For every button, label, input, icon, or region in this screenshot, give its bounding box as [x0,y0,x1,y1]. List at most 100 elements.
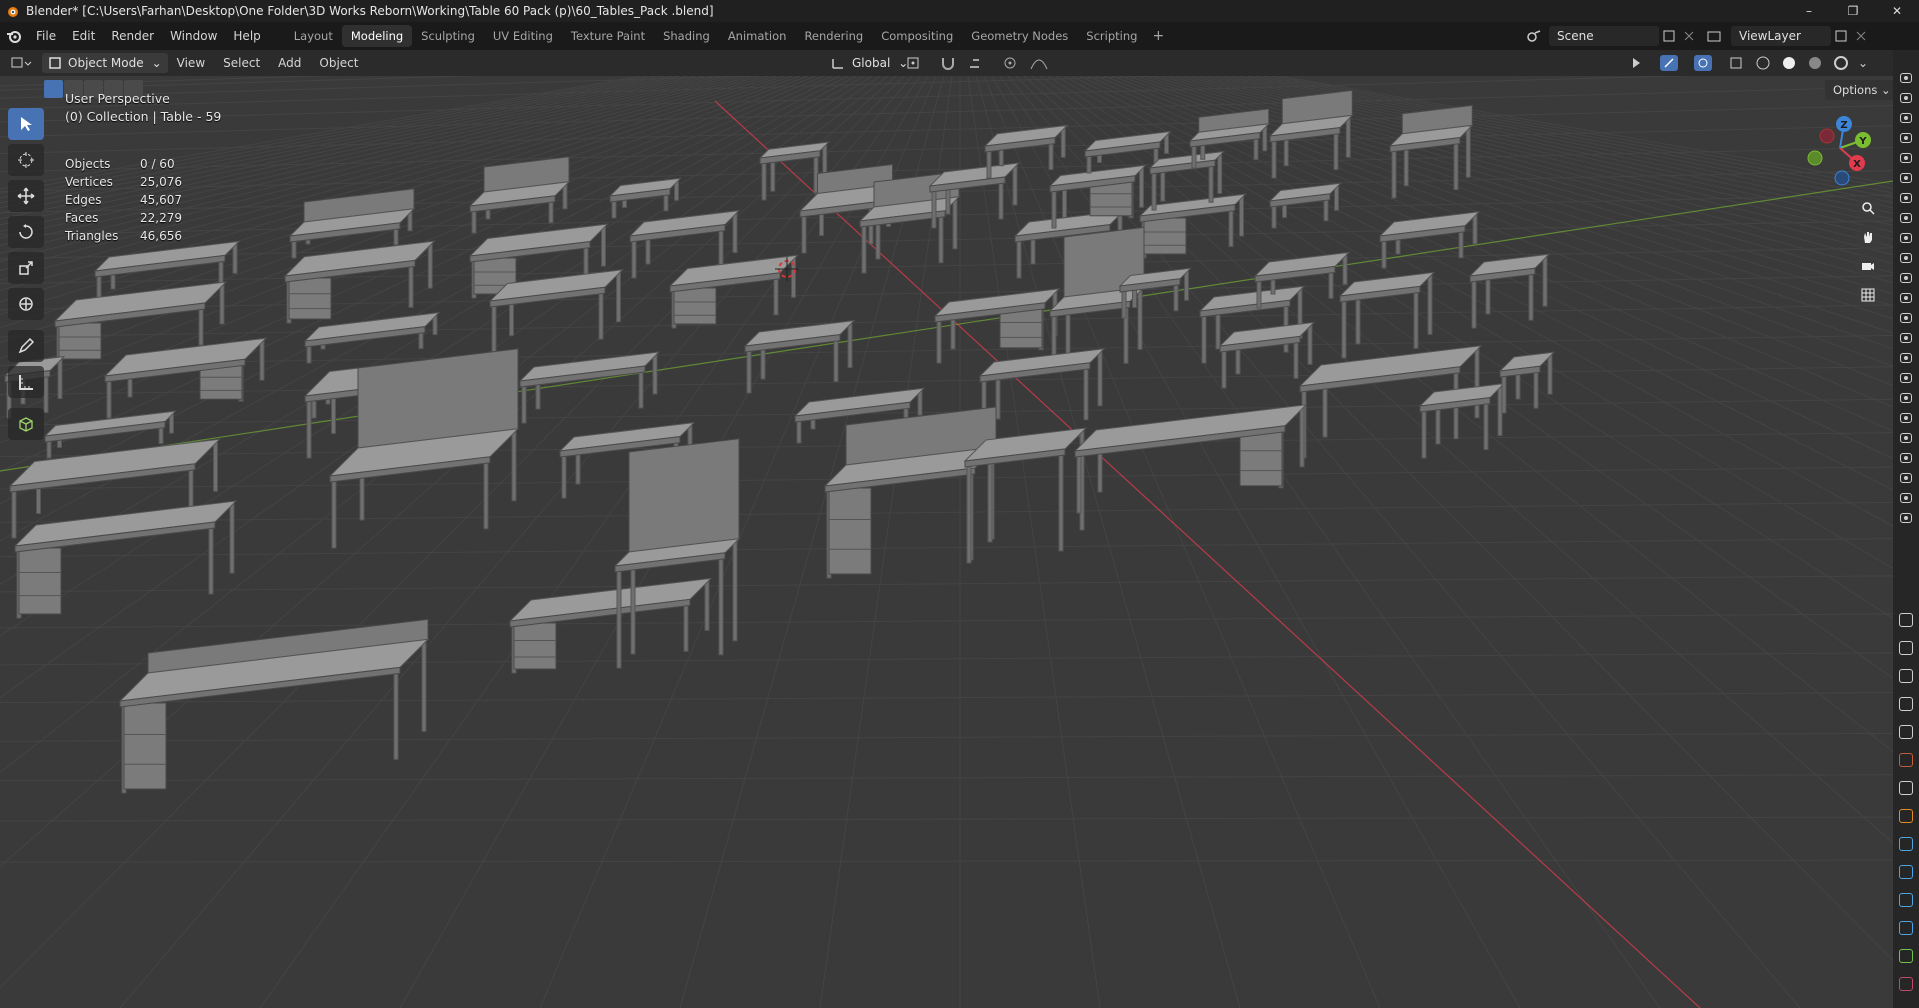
menu-edit[interactable]: Edit [64,25,103,47]
table-mesh[interactable] [933,288,1061,364]
maximize-button[interactable]: ❐ [1831,0,1875,22]
navigation-gizmo[interactable]: Y X Z [1795,110,1885,190]
visibility-toggle[interactable] [1893,248,1919,268]
options-dropdown[interactable]: Options ⌄ [1825,80,1899,100]
visibility-toggle[interactable] [1893,108,1919,128]
properties-tab[interactable] [1893,802,1919,830]
table-mesh[interactable] [1188,108,1271,169]
visibility-toggle[interactable] [1893,388,1919,408]
mode-dropdown[interactable]: Object Mode ⌄ [42,53,168,73]
table-mesh[interactable] [978,348,1106,434]
properties-tab[interactable] [1893,690,1919,718]
visibility-toggle[interactable] [1893,508,1919,528]
material-preview-icon[interactable] [1806,55,1824,71]
chevron-down-icon[interactable]: ⌄ [1858,56,1868,70]
new-scene-icon[interactable] [1659,28,1681,44]
solid-shading-icon[interactable] [1780,55,1798,71]
visibility-toggle[interactable] [1893,268,1919,288]
properties-tab[interactable] [1893,746,1919,774]
gizmo-toggle-icon[interactable] [1660,55,1686,71]
delete-scene-icon[interactable] [1681,28,1697,44]
tab-scripting[interactable]: Scripting [1077,25,1146,47]
tab-uv-editing[interactable]: UV Editing [484,25,562,47]
properties-tab[interactable] [1893,942,1919,970]
visibility-selectability-icon[interactable] [1630,55,1652,71]
visibility-toggle[interactable] [1893,128,1919,148]
view-layer-field[interactable]: ViewLayer [1731,26,1831,46]
visibility-toggle[interactable] [1893,168,1919,188]
camera-view-button[interactable] [1855,253,1881,279]
table-mesh[interactable] [118,618,430,794]
view-menu[interactable]: View [168,56,214,70]
table-mesh[interactable] [1418,382,1506,459]
visibility-toggle[interactable] [1893,308,1919,328]
tab-sculpting[interactable]: Sculpting [412,25,484,47]
properties-tab[interactable] [1893,718,1919,746]
tab-rendering[interactable]: Rendering [795,25,872,47]
rendered-shading-icon[interactable] [1832,55,1850,71]
scene-name-field[interactable]: Scene [1549,26,1659,46]
visibility-toggle[interactable] [1893,488,1919,508]
visibility-toggle[interactable] [1893,288,1919,308]
table-mesh[interactable] [613,438,741,669]
view-layer-icon[interactable] [1705,28,1727,44]
table-mesh[interactable] [1378,211,1481,269]
visibility-toggle[interactable] [1893,328,1919,348]
visibility-toggle[interactable] [1893,228,1919,248]
properties-tab[interactable] [1893,858,1919,886]
pivot-point-icon[interactable] [905,55,929,71]
tab-texture-paint[interactable]: Texture Paint [562,25,654,47]
scene-icon[interactable] [1525,28,1545,44]
properties-tab[interactable] [1893,606,1919,634]
table-mesh[interactable] [1218,321,1316,389]
object-menu[interactable]: Object [310,56,367,70]
annotate-tool[interactable] [8,330,44,362]
scale-tool[interactable] [8,252,44,284]
table-mesh[interactable] [283,240,436,324]
perspective-toggle-button[interactable] [1855,282,1881,308]
table-mesh[interactable] [1198,285,1306,364]
visibility-toggle[interactable] [1893,428,1919,448]
add-cube-tool[interactable] [8,408,44,440]
visibility-toggle[interactable] [1893,468,1919,488]
cursor-tool[interactable] [8,144,44,176]
zoom-view-button[interactable] [1855,195,1881,221]
3d-viewport[interactable] [0,76,1893,1008]
tab-shading[interactable]: Shading [654,25,719,47]
xray-toggle-icon[interactable] [1728,55,1746,71]
snap-magnet-icon[interactable] [939,55,957,71]
transform-tool[interactable] [8,288,44,320]
tab-compositing[interactable]: Compositing [872,25,962,47]
menu-window[interactable]: Window [162,25,225,47]
visibility-toggle[interactable] [1893,188,1919,208]
measure-tool[interactable] [8,366,44,398]
overlays-toggle-icon[interactable] [1694,55,1720,71]
visibility-toggle[interactable] [1893,148,1919,168]
snap-target-icon[interactable] [967,55,991,71]
visibility-toggle[interactable] [1893,68,1919,88]
tab-animation[interactable]: Animation [719,25,796,47]
minimize-button[interactable]: – [1787,0,1831,22]
properties-tab[interactable] [1893,662,1919,690]
properties-tab[interactable] [1893,774,1919,802]
properties-tab[interactable] [1893,886,1919,914]
pan-view-button[interactable] [1855,224,1881,250]
select-menu[interactable]: Select [214,56,269,70]
visibility-toggle[interactable] [1893,88,1919,108]
visibility-toggle[interactable] [1893,408,1919,428]
table-mesh[interactable] [668,254,799,329]
menu-help[interactable]: Help [225,25,268,47]
delete-view-layer-icon[interactable] [1853,28,1869,44]
properties-tab[interactable] [1893,970,1919,998]
tab-geometry-nodes[interactable]: Geometry Nodes [962,25,1077,47]
table-mesh[interactable] [508,577,713,674]
table-mesh[interactable] [303,311,441,364]
scene-canvas[interactable] [0,76,1893,1008]
falloff-icon[interactable] [1029,55,1049,71]
wireframe-shading-icon[interactable] [1754,55,1772,71]
select-box-tool[interactable] [8,108,44,140]
add-workspace-button[interactable]: + [1146,28,1170,44]
visibility-toggle[interactable] [1893,368,1919,388]
rotate-tool[interactable] [8,216,44,248]
table-mesh[interactable] [13,500,238,619]
